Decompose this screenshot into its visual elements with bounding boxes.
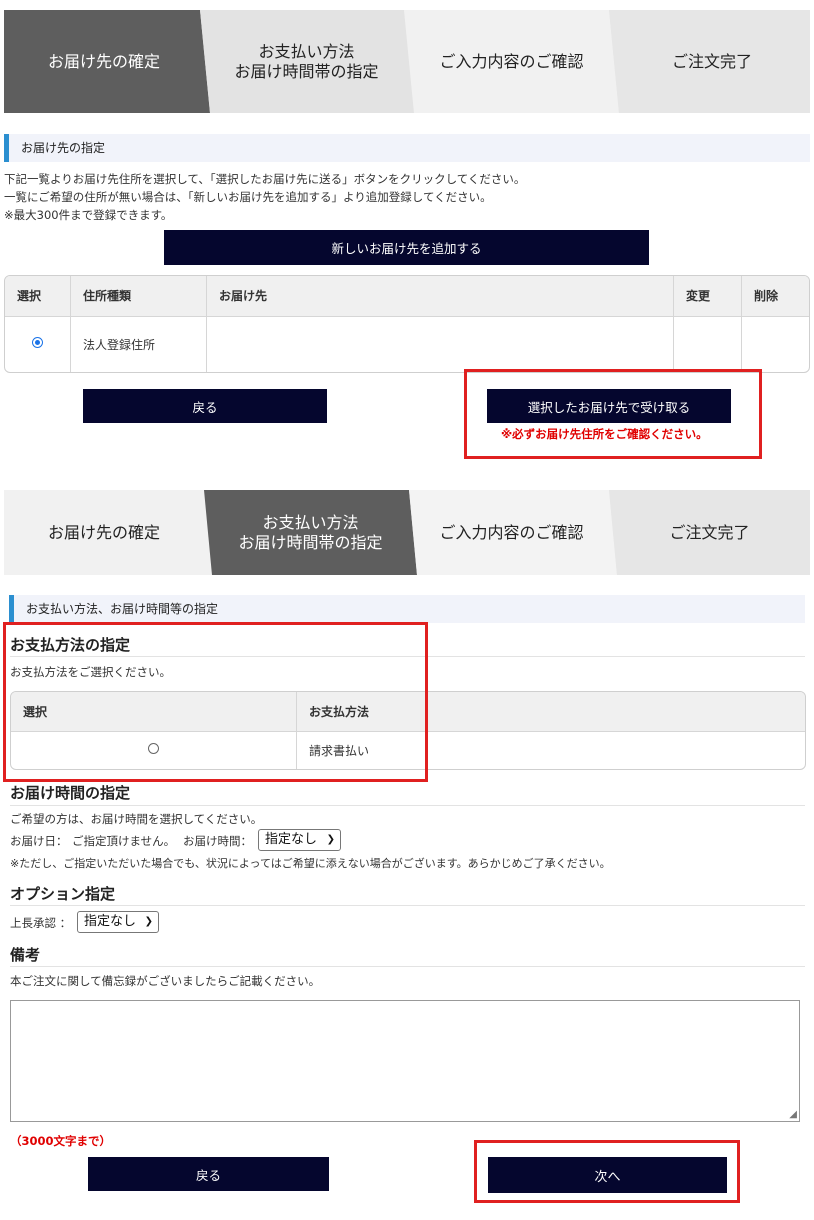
address-cell xyxy=(206,316,674,372)
divider xyxy=(10,805,805,806)
col-address-type: 住所種類 xyxy=(70,276,207,317)
divider xyxy=(10,966,805,967)
delivery-limit-note: ※最大300件まで登録できます。 xyxy=(4,208,173,222)
delivery-section-header: お届け先の指定 xyxy=(4,134,810,162)
delivery-time-title: お届け時間の指定 xyxy=(10,784,131,802)
address-radio-selected[interactable] xyxy=(31,337,43,349)
payment-section-header: お支払い方法、お届け時間等の指定 xyxy=(9,595,805,623)
delivery-time-select-value: 指定なし xyxy=(265,832,318,847)
add-address-button[interactable]: 新しいお届け先を追加する xyxy=(164,230,649,265)
step-3-label: ご入力内容のご確認 xyxy=(439,522,584,542)
step-4-label: ご注文完了 xyxy=(669,522,750,542)
address-table: 選択 住所種類 お届け先 変更 削除 法人登録住所 xyxy=(4,275,810,373)
remarks-char-limit: （3000文字まで） xyxy=(10,1134,112,1148)
remarks-instruction: 本ご注文に関して備忘録がございましたらご記載ください。 xyxy=(10,974,321,988)
highlight-select-button xyxy=(464,369,762,459)
col-address: お届け先 xyxy=(206,276,674,317)
step-4-label: ご注文完了 xyxy=(671,51,752,71)
delete-cell xyxy=(742,316,810,372)
remarks-title: 備考 xyxy=(10,946,41,964)
approval-select-value: 指定なし xyxy=(84,914,137,929)
step-1-label: お届け先の確定 xyxy=(47,522,160,542)
back-button-delivery[interactable]: 戻る xyxy=(83,389,327,423)
address-type-cell: 法人登録住所 xyxy=(70,316,207,372)
resize-handle-icon[interactable]: ◢ xyxy=(789,1109,797,1120)
col-delete: 削除 xyxy=(741,276,809,317)
table-row: 法人登録住所 xyxy=(5,316,809,372)
step-2-line2: お届け時間帯の指定 xyxy=(234,61,379,81)
delivery-time-note: ※ただし、ご指定いただいた場合でも、状況によってはご希望に添えない場合がございま… xyxy=(10,857,611,870)
edit-cell xyxy=(673,316,742,372)
highlight-payment xyxy=(3,622,428,782)
approval-label: 上長承認 ： xyxy=(10,916,72,930)
delivery-date-value: ご指定頂けません。 xyxy=(72,834,176,848)
approval-select[interactable]: 指定なし ❯ xyxy=(77,911,159,933)
delivery-instruction-2: 一覧にご希望の住所が無い場合は、「新しいお届け先を追加する」より追加登録してくだ… xyxy=(4,190,492,204)
step-2-label: お支払い方法 お届け時間帯の指定 xyxy=(208,490,413,575)
step-bar-payment: お届け先の確定 お支払い方法 お届け時間帯の指定 ご入力内容のご確認 ご注文完了 xyxy=(4,490,810,575)
delivery-date-label: お届け日： xyxy=(10,834,68,848)
delivery-instruction-1: 下記一覧よりお届け先住所を選択して、「選択したお届け先に送る」ボタンをクリックし… xyxy=(4,172,526,186)
delivery-time-instruction: ご希望の方は、お届け時間を選択してください。 xyxy=(10,812,263,826)
step-2-line2: お届け時間帯の指定 xyxy=(238,532,383,552)
step-2-line1: お支払い方法 xyxy=(258,41,355,61)
chevron-down-icon: ❯ xyxy=(144,916,153,927)
step-1-label: お届け先の確定 xyxy=(47,51,160,71)
col-select: 選択 xyxy=(5,276,71,317)
col-edit: 変更 xyxy=(673,276,742,317)
highlight-next-button xyxy=(474,1140,740,1203)
remarks-textarea[interactable]: ◢ xyxy=(10,1000,800,1122)
step-3-label: ご入力内容のご確認 xyxy=(439,51,584,71)
delivery-time-label: お届け時間： xyxy=(183,834,252,848)
step-2-line1: お支払い方法 xyxy=(262,512,359,532)
back-button[interactable]: 戻る xyxy=(88,1157,329,1191)
step-bar-delivery: お届け先の確定 お支払い方法 お届け時間帯の指定 ご入力内容のご確認 ご注文完了 xyxy=(4,10,810,113)
delivery-time-select[interactable]: 指定なし ❯ xyxy=(258,829,341,851)
step-2-label: お支払い方法 お届け時間帯の指定 xyxy=(204,10,409,113)
divider xyxy=(10,905,805,906)
chevron-down-icon: ❯ xyxy=(326,834,335,845)
option-title: オプション指定 xyxy=(10,885,116,903)
